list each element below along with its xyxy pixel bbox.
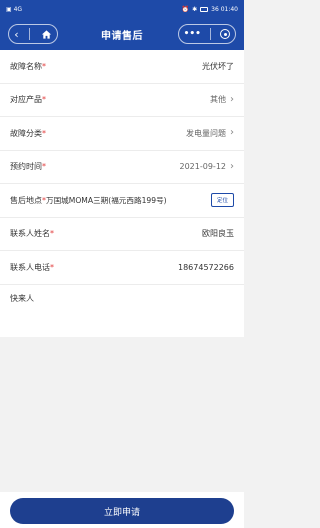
status-right-text: 36 01:40	[211, 5, 238, 13]
chevron-right-icon: ›	[230, 160, 234, 172]
fault-name-label: 故障名称*	[10, 61, 46, 71]
bluetooth-icon: ✱	[192, 5, 198, 13]
locate-button[interactable]: 定位	[210, 193, 234, 208]
contact-phone-row[interactable]: 联系人电话* 18674572266	[0, 251, 244, 285]
nav-capsule-left: ‹	[8, 24, 58, 44]
product-row[interactable]: 对应产品* 其他 ›	[0, 84, 244, 117]
service-location-label: 售后地点*	[10, 195, 46, 205]
status-bar: ▣ 4G ⏰ ✱ 36 01:40	[0, 0, 244, 18]
appointment-time-row[interactable]: 预约时间* 2021-09-12 ›	[0, 151, 244, 184]
required-icon: *	[50, 262, 54, 272]
service-location-row[interactable]: 售后地点* 万国城MOMA三期(福元西路199号) 定位	[0, 184, 244, 218]
courier-row[interactable]: 快来人	[0, 285, 244, 337]
appointment-time-value[interactable]: 2021-09-12 ›	[180, 160, 235, 172]
required-icon: *	[42, 95, 46, 105]
fault-name-row[interactable]: 故障名称* 光伏坏了	[0, 50, 244, 84]
home-icon[interactable]	[41, 29, 52, 40]
contact-name-row[interactable]: 联系人姓名* 欧阳良玉	[0, 218, 244, 251]
required-icon: *	[42, 162, 46, 172]
bottom-action-bar: 立即申请	[0, 492, 244, 528]
fault-name-value[interactable]: 光伏坏了	[202, 61, 234, 72]
alarm-icon: ⏰	[181, 5, 190, 13]
contact-name-label: 联系人姓名*	[10, 229, 54, 239]
chevron-right-icon: ›	[230, 127, 234, 139]
nav-divider	[29, 28, 31, 40]
fault-category-label: 故障分类*	[10, 128, 46, 138]
navigation-bar: ‹ 申请售后 •••	[0, 18, 244, 50]
status-left-text: ▣ 4G	[6, 5, 23, 13]
required-icon: *	[42, 61, 46, 71]
contact-phone-label: 联系人电话*	[10, 262, 54, 272]
nav-capsule-right: •••	[178, 24, 236, 44]
battery-icon	[200, 6, 209, 12]
product-label: 对应产品*	[10, 95, 46, 105]
service-location-value[interactable]: 万国城MOMA三期(福元西路199号)	[46, 195, 207, 206]
fault-category-value[interactable]: 发电量问题 ›	[186, 128, 234, 139]
required-icon: *	[50, 229, 54, 239]
contact-phone-value[interactable]: 18674572266	[178, 263, 234, 272]
required-icon: *	[42, 128, 46, 138]
page-title: 申请售后	[101, 30, 143, 42]
after-sales-form: 故障名称* 光伏坏了 对应产品* 其他 › 故障分类* 发电量问题 › 预约时间* …	[0, 50, 244, 337]
courier-label: 快来人	[10, 293, 34, 303]
submit-button[interactable]: 立即申请	[10, 498, 234, 524]
close-miniprogram-icon[interactable]	[220, 29, 231, 39]
back-icon[interactable]: ‹	[14, 28, 18, 41]
contact-name-value[interactable]: 欧阳良玉	[202, 228, 234, 239]
nav-divider	[210, 28, 212, 40]
chevron-right-icon: ›	[230, 93, 234, 105]
product-value[interactable]: 其他 ›	[210, 94, 234, 105]
fault-category-row[interactable]: 故障分类* 发电量问题 ›	[0, 117, 244, 151]
appointment-time-label: 预约时间*	[10, 162, 46, 172]
more-icon[interactable]: •••	[184, 29, 201, 39]
